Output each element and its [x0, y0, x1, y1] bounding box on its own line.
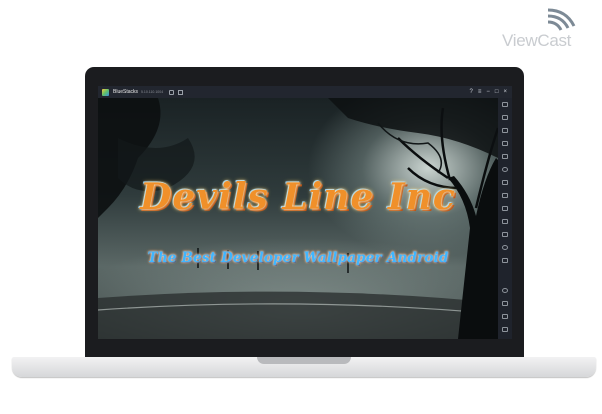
rotate-icon[interactable]	[502, 167, 508, 172]
macro-icon[interactable]	[502, 258, 508, 263]
settings-icon[interactable]	[502, 288, 508, 293]
recents-icon[interactable]	[502, 327, 508, 332]
viewcast-wordmark: ViewCast	[502, 31, 572, 50]
viewcast-logo: ViewCast	[500, 6, 596, 50]
bluestacks-side-toolbar	[498, 98, 512, 339]
wifi-waves-icon	[547, 8, 576, 31]
maximize-icon[interactable]: □	[495, 89, 499, 95]
shake-icon[interactable]	[502, 180, 508, 185]
home-nav-icon[interactable]	[502, 314, 508, 319]
wallpaper-title: Devils Line Inc	[140, 176, 456, 218]
volume-up-icon[interactable]	[502, 115, 508, 120]
copy-icon[interactable]	[502, 232, 508, 237]
screen-record-icon[interactable]	[502, 141, 508, 146]
multi-instance-icon[interactable]	[178, 89, 184, 95]
back-icon[interactable]	[502, 301, 508, 306]
app-name: BlueStacks	[113, 89, 139, 95]
menu-icon[interactable]: ≡	[478, 89, 482, 95]
eco-mode-icon[interactable]	[502, 245, 508, 250]
folder-icon[interactable]	[502, 206, 508, 211]
minimize-icon[interactable]: −	[486, 89, 490, 95]
close-icon[interactable]: ×	[503, 89, 507, 95]
volume-down-icon[interactable]	[502, 128, 508, 133]
bluestacks-title-bar: BlueStacks 5.10.110.1004 ? ≡ − □ ×	[98, 86, 512, 98]
bluestacks-logo-icon	[102, 88, 109, 96]
wallpaper-scenery	[98, 98, 498, 339]
fullscreen-icon[interactable]	[502, 102, 508, 107]
app-version: 5.10.110.1004	[141, 90, 164, 94]
laptop-screen: BlueStacks 5.10.110.1004 ? ≡ − □ × Devil…	[98, 86, 512, 339]
wallpaper-image: Devils Line Inc The Best Developer Wallp…	[98, 98, 498, 339]
laptop-notch	[257, 357, 351, 364]
home-icon[interactable]	[169, 89, 175, 95]
apk-install-icon[interactable]	[502, 219, 508, 224]
help-icon[interactable]: ?	[469, 89, 472, 95]
screenshot-icon[interactable]	[502, 193, 508, 198]
keyboard-icon[interactable]	[502, 154, 508, 159]
wallpaper-subtitle: The Best Developer Wallpaper Android	[147, 250, 449, 266]
